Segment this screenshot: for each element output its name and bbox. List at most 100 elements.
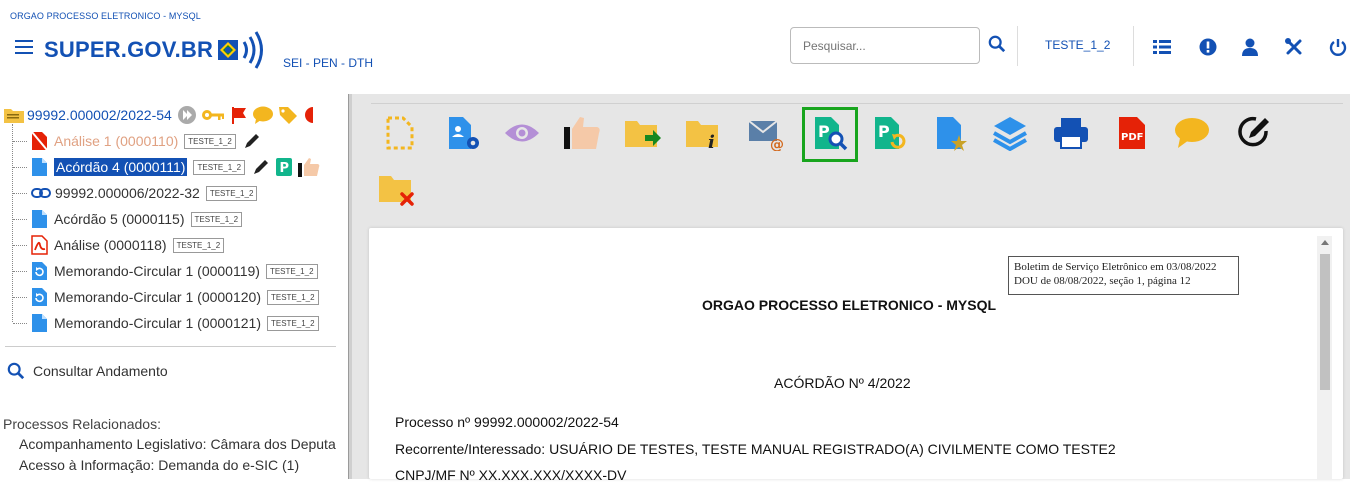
- svg-text:P: P: [818, 122, 830, 141]
- tree-connector: [13, 167, 27, 168]
- document-icon: [32, 210, 47, 228]
- document-icon: [32, 158, 47, 176]
- send-email-icon[interactable]: @: [746, 113, 786, 153]
- related-process-link[interactable]: Acompanhamento Legislativo: Câmara dos D…: [19, 436, 336, 452]
- publication-refresh-icon[interactable]: P: [870, 113, 910, 153]
- tree-item[interactable]: 99992.000006/2022-32 TESTE_1_2: [31, 182, 258, 204]
- search-input[interactable]: [790, 27, 980, 64]
- tree-item[interactable]: Análise (0000118) TESTE_1_2: [31, 234, 225, 256]
- approve-icon[interactable]: [562, 113, 602, 153]
- scroll-up-icon[interactable]: [1321, 240, 1329, 245]
- tree-item[interactable]: Acórdão 5 (0000115) TESTE_1_2: [31, 208, 243, 230]
- related-processes-title: Processos Relacionados:: [3, 416, 161, 432]
- org-name: ORGAO PROCESSO ELETRONICO - MYSQL: [10, 11, 201, 21]
- publication-search-icon[interactable]: P: [810, 113, 850, 153]
- tree-item[interactable]: Análise 1 (0000110) TESTE_1_2: [31, 130, 262, 152]
- user-icon[interactable]: [1240, 37, 1260, 57]
- circular-memo-icon: [32, 288, 47, 306]
- tools-icon[interactable]: [1284, 37, 1304, 57]
- document-org: ORGAO PROCESSO ELETRONICO - MYSQL: [702, 297, 997, 313]
- logo-domain: GOV.BR: [127, 37, 214, 62]
- document-cnpj: CNPJ/MF Nº XX.XXX.XXX/XXXX-DV: [395, 467, 627, 483]
- svg-text:P: P: [878, 122, 890, 141]
- header-divider: [1017, 26, 1018, 66]
- consult-progress-link[interactable]: Consultar Andamento: [7, 362, 168, 380]
- publication-stamp: Boletim de Serviço Eletrônico em 03/08/2…: [1008, 256, 1239, 295]
- tree-item-selected[interactable]: Acórdão 4 (0000111) TESTE_1_2 P: [31, 156, 321, 178]
- tree-connector: [13, 297, 27, 298]
- cancelled-document-icon: [31, 131, 48, 151]
- alert-icon[interactable]: [1198, 37, 1218, 57]
- scrollbar-thumb[interactable]: [1320, 254, 1330, 390]
- key-icon[interactable]: [201, 107, 225, 123]
- search-icon[interactable]: [988, 35, 1006, 53]
- move-to-folder-icon[interactable]: [623, 113, 663, 153]
- unit-tag: TESTE_1_2: [193, 159, 246, 175]
- sign-icon[interactable]: [1234, 113, 1274, 153]
- pen-icon[interactable]: [251, 157, 271, 177]
- tree-item-label[interactable]: Análise 1 (0000110): [54, 133, 178, 149]
- thumbs-up-icon[interactable]: [297, 157, 321, 177]
- new-document-icon[interactable]: [380, 113, 420, 153]
- unit-tag: TESTE_1_2: [172, 237, 225, 253]
- consult-label[interactable]: Consultar Andamento: [33, 363, 168, 379]
- link-icon: [31, 188, 51, 198]
- svg-text:P: P: [280, 161, 290, 176]
- tree-item-label[interactable]: Acórdão 5 (0000115): [54, 211, 185, 227]
- svg-text:i: i: [708, 132, 715, 151]
- tree-item-label[interactable]: 99992.000006/2022-32: [55, 185, 200, 201]
- unit-tag: TESTE_1_2: [265, 263, 318, 279]
- tree-item[interactable]: Memorando-Circular 1 (0000119) TESTE_1_2: [31, 260, 318, 282]
- comment-icon[interactable]: [252, 105, 274, 125]
- logo-main: SUPER: [44, 37, 121, 62]
- power-icon[interactable]: [1328, 37, 1348, 57]
- tree-connector: [13, 271, 27, 272]
- user-unit-link[interactable]: TESTE_1_2: [1045, 38, 1110, 52]
- circular-memo-icon: [32, 262, 47, 280]
- tree-root-label[interactable]: 99992.000002/2022-54: [27, 107, 172, 123]
- view-icon[interactable]: [502, 113, 542, 153]
- tree-connector: [12, 124, 13, 322]
- logo[interactable]: SUPER. GOV.BR: [44, 28, 270, 72]
- list-icon[interactable]: [1152, 37, 1172, 57]
- delete-folder-icon[interactable]: [377, 170, 417, 210]
- tree-connector: [13, 193, 27, 194]
- tree-item-label[interactable]: Análise (0000118): [54, 237, 167, 253]
- tree-item-label[interactable]: Memorando-Circular 1 (0000119): [54, 263, 260, 279]
- tree-item-label[interactable]: Memorando-Circular 1 (0000121): [54, 315, 261, 331]
- comment-icon[interactable]: [1172, 113, 1212, 153]
- svg-text:PDF: PDF: [1121, 132, 1143, 143]
- header: ORGAO PROCESSO ELETRONICO - MYSQL SUPER.…: [0, 0, 1350, 90]
- tree-connector: [13, 219, 27, 220]
- stamp-line: Boletim de Serviço Eletrônico em 03/08/2…: [1014, 261, 1217, 273]
- pen-icon[interactable]: [242, 131, 262, 151]
- unit-tag: TESTE_1_2: [267, 315, 319, 331]
- tag-icon[interactable]: [277, 105, 299, 125]
- toolbar-divider: [371, 103, 1343, 104]
- document-process: Processo nº 99992.000002/2022-54: [395, 414, 619, 430]
- folder-open-icon: [4, 109, 24, 123]
- tree-divider: [5, 346, 336, 347]
- pdf-icon[interactable]: PDF: [1112, 113, 1152, 153]
- tree-connector: [13, 323, 27, 324]
- tree-item-label[interactable]: Memorando-Circular 1 (0000120): [54, 289, 261, 305]
- menu-icon[interactable]: [15, 40, 33, 54]
- print-icon[interactable]: [1051, 113, 1091, 153]
- layers-icon[interactable]: [990, 113, 1030, 153]
- tree-root[interactable]: 99992.000002/2022-54: [3, 104, 313, 126]
- document-settings-icon[interactable]: [443, 113, 483, 153]
- svg-text:@: @: [770, 137, 784, 151]
- system-name: SEI - PEN - DTH: [283, 56, 374, 70]
- tree-item[interactable]: Memorando-Circular 1 (0000120) TESTE_1_2: [31, 286, 319, 308]
- play-icon[interactable]: [177, 105, 197, 125]
- stamp-line: DOU de 08/08/2022, seção 1, página 12: [1014, 275, 1191, 287]
- document-icon: [32, 314, 47, 332]
- folder-info-icon[interactable]: i: [684, 113, 724, 153]
- publication-icon[interactable]: P: [275, 157, 293, 177]
- related-process-link[interactable]: Acesso à Informação: Demanda do e-SIC (1…: [19, 457, 299, 473]
- tree-item-label[interactable]: Acórdão 4 (0000111): [54, 158, 188, 176]
- document-favorite-icon[interactable]: [932, 113, 972, 153]
- unit-tag: TESTE_1_2: [184, 133, 236, 149]
- flag-icon[interactable]: [229, 105, 249, 125]
- tree-item[interactable]: Memorando-Circular 1 (0000121) TESTE_1_2: [31, 312, 319, 334]
